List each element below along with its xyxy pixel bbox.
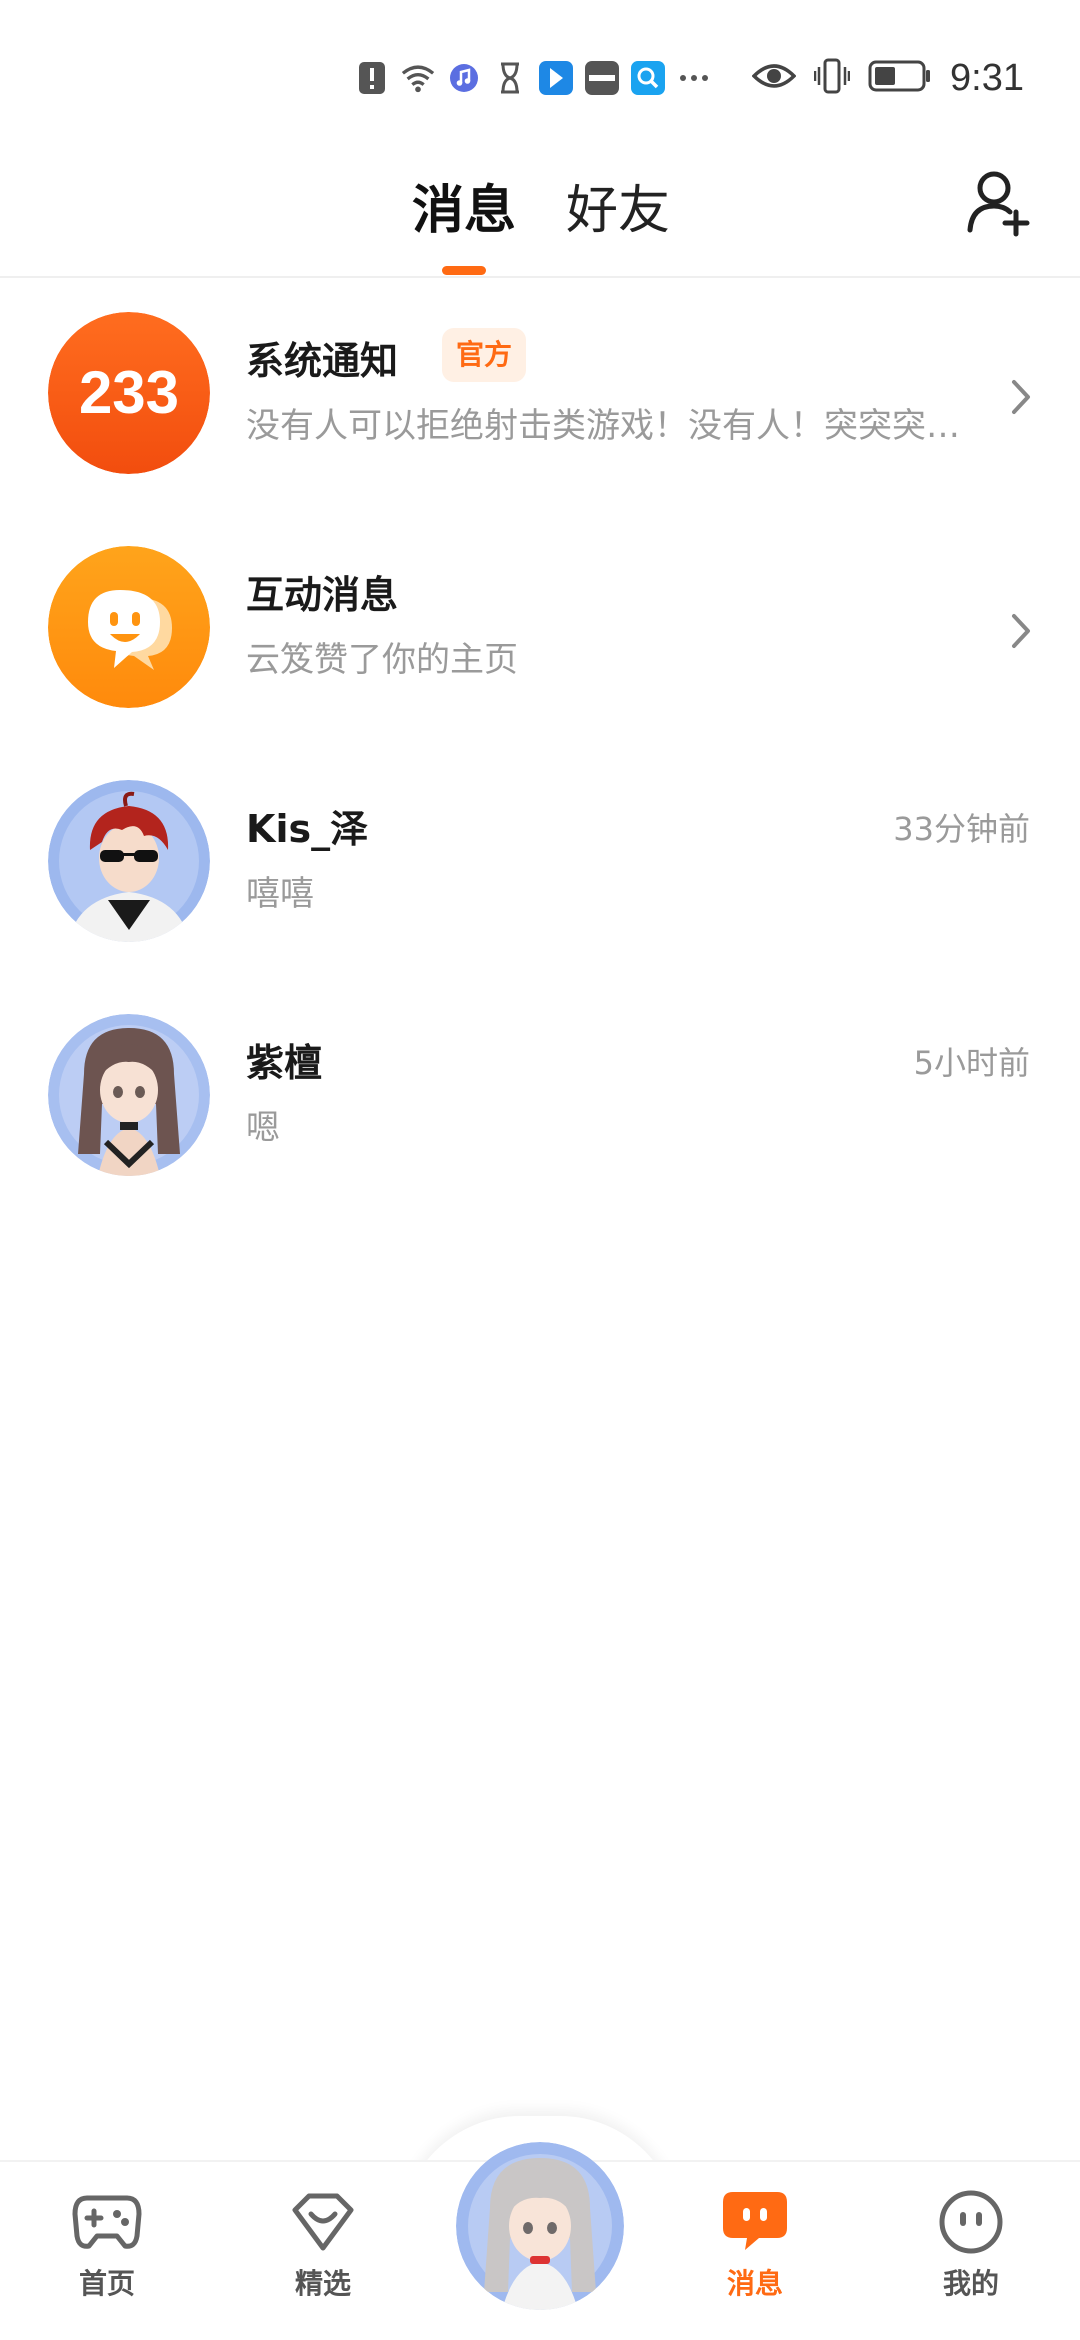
- face-icon: [939, 2190, 1003, 2254]
- battery-icon: [868, 59, 932, 97]
- official-badge: 官方: [442, 328, 527, 382]
- nav-home-label: 首页: [78, 2267, 135, 2300]
- wifi-icon: [401, 61, 435, 95]
- top-tabs: 消息 好友: [0, 160, 1080, 280]
- conversation-preview: 没有人可以拒绝射击类游戏！没有人！突突突…: [246, 406, 960, 446]
- avatar: [456, 2142, 624, 2310]
- nav-featured-label: 精选: [294, 2267, 351, 2300]
- more-icon: [677, 61, 711, 95]
- conversation-title: 系统通知: [246, 339, 399, 383]
- nav-messages[interactable]: 消息: [680, 2188, 830, 2302]
- avatar-logo-text: 233: [79, 359, 179, 426]
- notification-icons: [355, 58, 711, 98]
- gamepad-icon: [72, 2195, 142, 2249]
- conversation-preview: 嘻嘻: [246, 874, 314, 914]
- list-item-conversation[interactable]: Kis_泽 嘻嘻 33分钟前: [0, 746, 1080, 980]
- conversation-title: Kis_泽: [246, 807, 369, 851]
- hourglass-icon: [493, 61, 527, 95]
- center-avatar-button[interactable]: [456, 2142, 624, 2310]
- diamond-icon: [292, 2193, 354, 2251]
- conversation-time: 5小时前: [913, 1044, 1030, 1082]
- conversation-title: 紫檀: [246, 1041, 323, 1085]
- clock: 9:31: [950, 56, 1024, 99]
- tab-messages[interactable]: 消息: [412, 168, 516, 243]
- conversation-title: 互动消息: [246, 573, 399, 617]
- list-item-conversation[interactable]: 紫檀 嗯 5小时前: [0, 980, 1080, 1214]
- conversation-preview: 云笈赞了你的主页: [246, 640, 518, 680]
- nav-featured[interactable]: 精选: [248, 2188, 398, 2302]
- message-list: 233 系统通知 官方 没有人可以拒绝射击类游戏！没有人！突突突… 互动消息 云…: [0, 278, 1080, 1214]
- nav-mine-label: 我的: [942, 2267, 999, 2300]
- chevron-right-icon: [1006, 608, 1036, 654]
- add-user-icon: [967, 171, 1030, 237]
- interaction-avatar: [48, 546, 210, 708]
- nav-home[interactable]: 首页: [32, 2188, 182, 2302]
- vibrate-icon: [813, 57, 851, 99]
- eye-icon: [751, 61, 797, 95]
- chat-bubble-icon: [723, 2192, 787, 2250]
- nav-messages-label: 消息: [726, 2267, 783, 2300]
- system-notice-avatar: 233: [48, 312, 210, 474]
- app-blue-icon: [539, 61, 573, 95]
- active-tab-indicator: [442, 266, 486, 275]
- system-icons: 9:31: [751, 54, 1024, 102]
- conversation-preview: 嗯: [246, 1108, 280, 1148]
- add-friend-button[interactable]: [964, 166, 1036, 238]
- user-avatar: [48, 780, 210, 942]
- search-app-icon: [631, 61, 665, 95]
- chevron-right-icon: [1006, 374, 1036, 420]
- alert-icon: [355, 61, 389, 95]
- user-avatar: [48, 1014, 210, 1176]
- conversation-time: 33分钟前: [893, 810, 1030, 848]
- status-bar: 9:31: [0, 0, 1080, 150]
- music-icon: [447, 61, 481, 95]
- nav-mine[interactable]: 我的: [896, 2188, 1046, 2302]
- tab-friends[interactable]: 好友: [566, 168, 670, 243]
- huawei-icon: [585, 61, 619, 95]
- list-item-system-notice[interactable]: 233 系统通知 官方 没有人可以拒绝射击类游戏！没有人！突突突…: [0, 278, 1080, 512]
- list-item-interactions[interactable]: 互动消息 云笈赞了你的主页: [0, 512, 1080, 746]
